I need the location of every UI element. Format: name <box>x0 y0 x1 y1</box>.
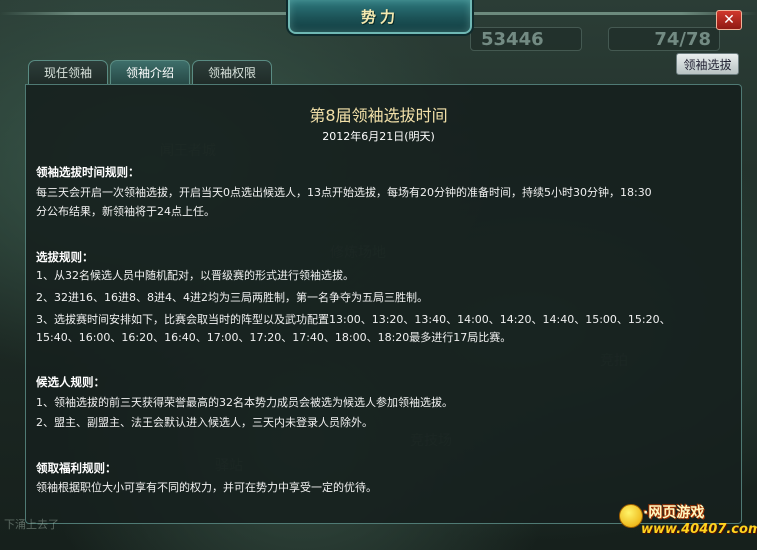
section-heading-welfare-rules: 领取福利规则： <box>36 461 117 475</box>
score-right-value: 74/78 <box>654 28 711 50</box>
smiley-logo-icon <box>619 504 643 528</box>
section-line: 15:40、16:00、16:20、16:40、17:00、17:20、17:4… <box>36 331 512 344</box>
close-icon: ✕ <box>723 12 735 28</box>
section-heading-time-rules: 领袖选拔时间规则： <box>36 165 140 179</box>
score-left-value: 53446 <box>481 28 544 50</box>
window-title: 势力 <box>360 7 399 26</box>
leader-select-button[interactable]: 领袖选拔 <box>676 53 739 75</box>
section-heading-selection-rules: 选拔规则： <box>36 250 94 264</box>
watermark-url: www.40407.com <box>641 522 757 537</box>
election-title: 第8届领袖选拔时间 <box>309 106 448 125</box>
window-title-tab: 势力 <box>288 0 472 34</box>
watermark-text: ·网页游戏 <box>643 505 705 521</box>
section-line: 领袖根据职位大小可享有不同的权力，并可在势力中享受一定的优待。 <box>36 481 377 494</box>
section-line: 分公布结果，新领袖将于24点上任。 <box>36 205 215 218</box>
tab-leader-intro[interactable]: 领袖介绍 <box>110 60 190 84</box>
tab-current-leader[interactable]: 现任领袖 <box>28 60 108 84</box>
tab-label: 领袖介绍 <box>125 66 174 80</box>
section-line: 1、领袖选拔的前三天获得荣誉最高的32名本势力成员会被选为候选人参加领袖选拔。 <box>36 396 453 409</box>
section-line: 1、从32名候选人员中随机配对，以晋级赛的形式进行领袖选拔。 <box>36 269 354 282</box>
election-date: 2012年6月21日(明天) <box>322 130 435 143</box>
section-line: 3、选拔赛时间安排如下，比赛会取当时的阵型以及武功配置13:00、13:20、1… <box>36 313 671 326</box>
tab-label: 领袖权限 <box>207 66 256 80</box>
leader-select-label: 领袖选拔 <box>683 57 732 72</box>
tab-leader-permissions[interactable]: 领袖权限 <box>192 60 272 84</box>
section-heading-candidate-rules: 候选人规则： <box>36 375 105 389</box>
close-button[interactable]: ✕ <box>716 10 742 30</box>
score-left: 53446 <box>470 27 582 51</box>
bg-ghost-text: 下涌上去了 <box>4 518 59 531</box>
site-watermark: ·网页游戏 www.40407.com <box>615 498 757 548</box>
section-line: 每三天会开启一次领袖选拔，开启当天0点选出候选人，13点开始选拔，每场有20分钟… <box>36 186 652 199</box>
tab-label: 现任领袖 <box>43 66 92 80</box>
section-line: 2、32进16、16进8、8进4、4进2均为三局两胜制，第一名争夺为五局三胜制。 <box>36 291 428 304</box>
section-line: 2、盟主、副盟主、法王会默认进入候选人，三天内未登录人员除外。 <box>36 416 373 429</box>
score-right: 74/78 <box>608 27 720 51</box>
